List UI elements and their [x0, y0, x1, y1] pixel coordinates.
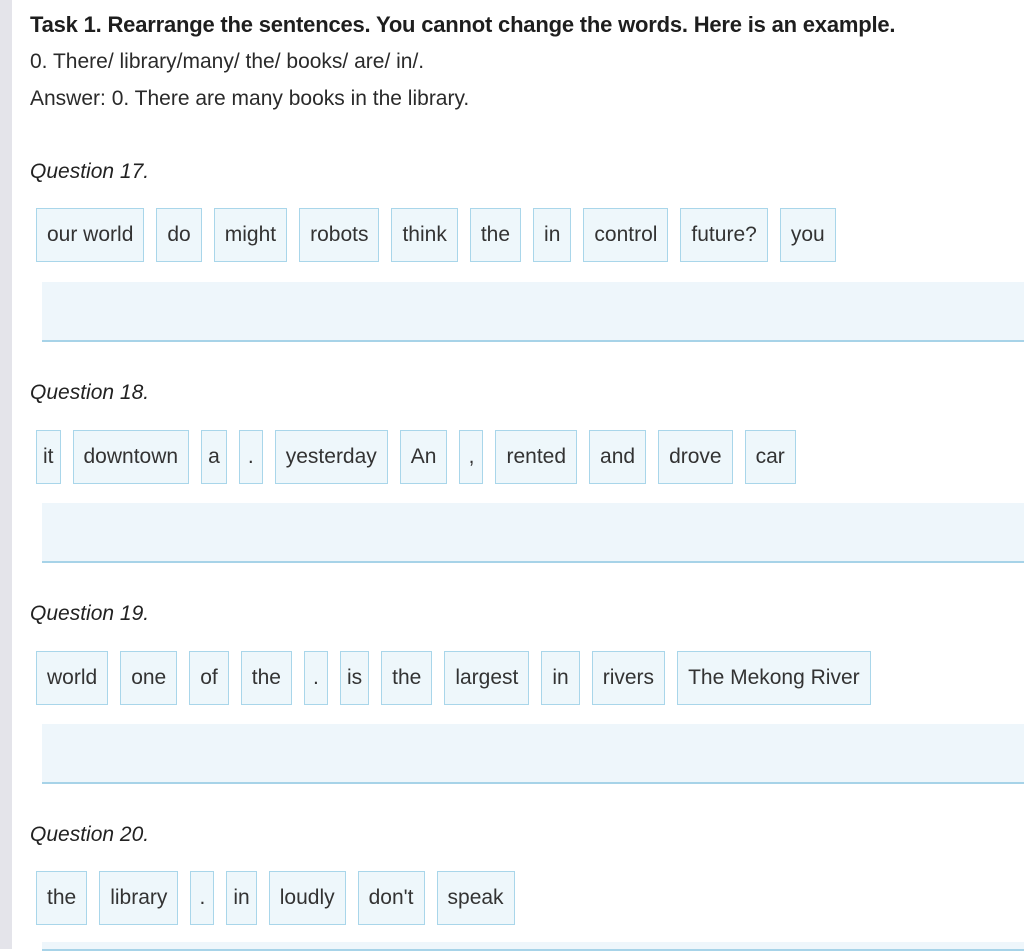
- word-tile[interactable]: think: [391, 208, 458, 262]
- word-tile[interactable]: our world: [36, 208, 145, 262]
- punctuation-tile[interactable]: .: [238, 430, 263, 484]
- word-tile[interactable]: it: [36, 430, 61, 484]
- punctuation-tile[interactable]: .: [303, 651, 328, 705]
- word-tile[interactable]: control: [583, 208, 669, 262]
- word-tile[interactable]: in: [533, 208, 572, 262]
- word-tile[interactable]: a: [201, 430, 227, 484]
- word-tile[interactable]: might: [213, 208, 288, 262]
- question-19-answer-dropzone[interactable]: [42, 724, 1024, 784]
- example-line: 0. There/ library/many/ the/ books/ are/…: [30, 50, 425, 73]
- word-tile[interactable]: largest: [444, 651, 530, 705]
- word-tile[interactable]: and: [589, 430, 647, 484]
- word-tile[interactable]: speak: [436, 871, 515, 925]
- task-title: Task 1. Rearrange the sentences. You can…: [30, 12, 896, 37]
- word-tile[interactable]: The Mekong River: [677, 651, 871, 705]
- word-tile[interactable]: one: [120, 651, 178, 705]
- question-19-word-bank: world one of the . is the largest in riv…: [36, 651, 871, 705]
- question-18-answer-dropzone[interactable]: [42, 503, 1024, 563]
- word-tile[interactable]: world: [36, 651, 109, 705]
- left-margin-bar: [0, 0, 12, 949]
- question-20-label: Question 20.: [30, 823, 150, 846]
- question-19-label: Question 19.: [30, 602, 150, 625]
- word-tile[interactable]: future?: [680, 208, 768, 262]
- question-20-answer-dropzone[interactable]: [42, 942, 1024, 951]
- question-20-word-bank: the library . in loudly don't speak: [36, 871, 515, 925]
- punctuation-tile[interactable]: .: [190, 871, 215, 925]
- punctuation-tile[interactable]: ,: [459, 430, 484, 484]
- question-17-word-bank: our world do might robots think the in c…: [36, 208, 836, 262]
- example-answer: Answer: 0. There are many books in the l…: [30, 87, 470, 110]
- word-tile[interactable]: don't: [357, 871, 425, 925]
- word-tile[interactable]: An: [399, 430, 448, 484]
- word-tile[interactable]: downtown: [72, 430, 190, 484]
- word-tile[interactable]: robots: [299, 208, 380, 262]
- word-tile[interactable]: rented: [495, 430, 578, 484]
- word-tile[interactable]: the: [469, 208, 522, 262]
- word-tile[interactable]: the: [381, 651, 433, 705]
- word-tile[interactable]: you: [779, 208, 836, 262]
- word-tile[interactable]: car: [744, 430, 796, 484]
- word-tile[interactable]: in: [226, 871, 257, 925]
- word-tile[interactable]: the: [36, 871, 88, 925]
- question-18-label: Question 18.: [30, 381, 150, 404]
- word-tile[interactable]: is: [339, 651, 370, 705]
- question-18-word-bank: it downtown a . yesterday An , rented an…: [36, 430, 796, 484]
- question-17-answer-dropzone[interactable]: [42, 282, 1024, 342]
- word-tile[interactable]: loudly: [268, 871, 346, 925]
- word-tile[interactable]: in: [541, 651, 580, 705]
- word-tile[interactable]: library: [99, 871, 179, 925]
- word-tile[interactable]: rivers: [591, 651, 666, 705]
- word-tile[interactable]: of: [189, 651, 229, 705]
- word-tile[interactable]: the: [240, 651, 292, 705]
- word-tile[interactable]: yesterday: [274, 430, 388, 484]
- word-tile[interactable]: drove: [658, 430, 733, 484]
- question-17-label: Question 17.: [30, 160, 150, 183]
- word-tile[interactable]: do: [156, 208, 202, 262]
